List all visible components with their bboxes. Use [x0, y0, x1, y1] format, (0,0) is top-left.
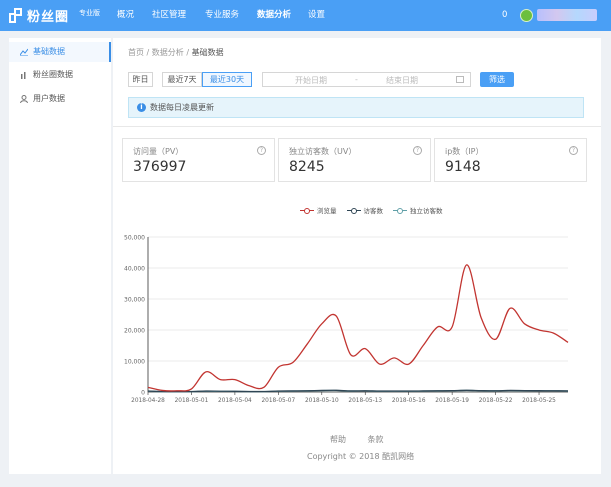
nav-community[interactable]: 社区管理	[152, 0, 186, 31]
end-date-input[interactable]: 结束日期	[386, 75, 418, 86]
y-tick-label: 0	[141, 390, 145, 397]
stat-label: 访问量（PV）	[133, 147, 184, 156]
range-yesterday-button[interactable]: 昨日	[128, 72, 153, 87]
footer-links: 帮助 条款	[330, 434, 403, 445]
info-notice: i 数据每日凌晨更新	[128, 97, 584, 118]
nav-settings[interactable]: 设置	[308, 0, 325, 31]
help-icon[interactable]: ?	[413, 146, 422, 155]
breadcrumb-separator: /	[146, 48, 150, 57]
sidebar-item-fan-circle-data[interactable]: 粉丝圈数据	[9, 65, 111, 85]
stat-card-pv: 访问量（PV） 376997 ?	[122, 138, 275, 182]
y-tick-label: 20,000	[124, 328, 145, 335]
calendar-icon	[456, 76, 464, 83]
x-tick-label: 2018-05-10	[305, 398, 339, 404]
sidebar-item-user-data[interactable]: 用户数据	[9, 89, 111, 109]
legend-label: 访客数	[363, 207, 384, 215]
y-tick-label: 40,000	[124, 266, 145, 273]
avatar[interactable]	[520, 9, 533, 22]
traffic-line-chart: 0 10,000 20,000 30,000 40,000 50,000 2018-04-2…	[124, 235, 569, 404]
help-icon[interactable]: ?	[569, 146, 578, 155]
sidebar-item-label: 用户数据	[33, 94, 65, 103]
breadcrumb-separator: /	[186, 48, 190, 57]
legend-label: 浏览量	[317, 207, 337, 215]
x-tick-label: 2018-05-16	[392, 398, 426, 404]
breadcrumb-parent[interactable]: 数据分析	[152, 48, 184, 57]
chart-legend: 浏览量 访客数 独立访客数	[300, 205, 443, 215]
range-7days-button[interactable]: 最近7天	[162, 72, 202, 87]
copyright: Copyright © 2018 酷凯网络	[307, 452, 415, 461]
x-tick-label: 2018-05-22	[479, 398, 513, 404]
nav-analytics[interactable]: 数据分析	[257, 0, 291, 31]
start-date-input[interactable]: 开始日期	[295, 75, 327, 86]
sidebar-item-label: 粉丝圈数据	[33, 70, 73, 79]
divider	[113, 126, 601, 127]
footer-link-terms[interactable]: 条款	[368, 435, 384, 444]
edition-badge: 专业版	[79, 9, 100, 17]
x-tick-label: 2018-05-07	[261, 398, 295, 404]
legend-item[interactable]: 浏览量	[300, 205, 337, 215]
stat-value: 9148	[445, 159, 481, 175]
breadcrumb: 首页 / 数据分析 / 基础数据	[128, 47, 224, 58]
notice-text: 数据每日凌晨更新	[150, 103, 214, 112]
stat-value: 376997	[133, 159, 187, 175]
range-30days-button[interactable]: 最近30天	[202, 72, 252, 87]
sidebar: 基础数据 粉丝圈数据 用户数据	[9, 38, 111, 474]
legend-item[interactable]: 独立访客数	[393, 205, 443, 215]
legend-marker	[346, 207, 361, 214]
sidebar-item-label: 基础数据	[33, 47, 65, 56]
bar-chart-icon	[21, 72, 26, 79]
top-navbar: 粉丝圈 专业版 概况 社区管理 专业服务 数据分析 设置 0	[0, 0, 611, 31]
footer-link-help[interactable]: 帮助	[330, 435, 346, 444]
user-icon	[20, 95, 28, 103]
x-tick-label: 2018-05-04	[218, 398, 252, 404]
nav-services[interactable]: 专业服务	[205, 0, 239, 31]
x-tick-label: 2018-05-19	[435, 398, 469, 404]
x-tick-label: 2018-05-13	[348, 398, 382, 404]
help-icon[interactable]: ?	[257, 146, 266, 155]
legend-marker	[300, 207, 314, 214]
legend-item[interactable]: 访客数	[346, 205, 384, 215]
app-title: 粉丝圈	[27, 10, 70, 25]
y-tick-label: 30,000	[124, 297, 145, 304]
date-range-separator: -	[355, 75, 358, 84]
series-line	[147, 264, 569, 392]
info-icon: i	[137, 103, 146, 112]
y-tick-label: 50,000	[124, 235, 145, 242]
line-chart-icon	[20, 48, 28, 56]
stat-label: 独立访客数（UV）	[289, 147, 357, 156]
stat-card-ip: ip数（IP） 9148 ?	[434, 138, 587, 182]
stat-card-uv: 独立访客数（UV） 8245 ?	[278, 138, 431, 182]
app-logo[interactable]: 粉丝圈	[9, 7, 70, 25]
y-tick-label: 10,000	[124, 359, 145, 366]
username-blurred[interactable]	[537, 9, 597, 21]
x-tick-label: 2018-05-01	[175, 398, 209, 404]
logo-icon	[9, 8, 22, 23]
series-line	[147, 389, 569, 393]
stat-label: ip数（IP）	[445, 147, 484, 156]
x-tick-label: 2018-05-25	[522, 398, 556, 404]
breadcrumb-home[interactable]: 首页	[128, 48, 144, 57]
breadcrumb-current: 基础数据	[191, 48, 224, 57]
x-tick-label: 2018-04-28	[131, 398, 165, 404]
legend-label: 独立访客数	[410, 207, 443, 215]
sidebar-item-basic-data[interactable]: 基础数据	[9, 42, 111, 62]
notification-count[interactable]: 0	[502, 0, 507, 31]
date-range-picker[interactable]: 开始日期 - 结束日期	[262, 72, 471, 87]
filter-button[interactable]: 筛选	[480, 72, 514, 87]
nav-overview[interactable]: 概况	[117, 0, 134, 31]
stat-value: 8245	[289, 159, 325, 175]
legend-marker	[393, 207, 407, 214]
